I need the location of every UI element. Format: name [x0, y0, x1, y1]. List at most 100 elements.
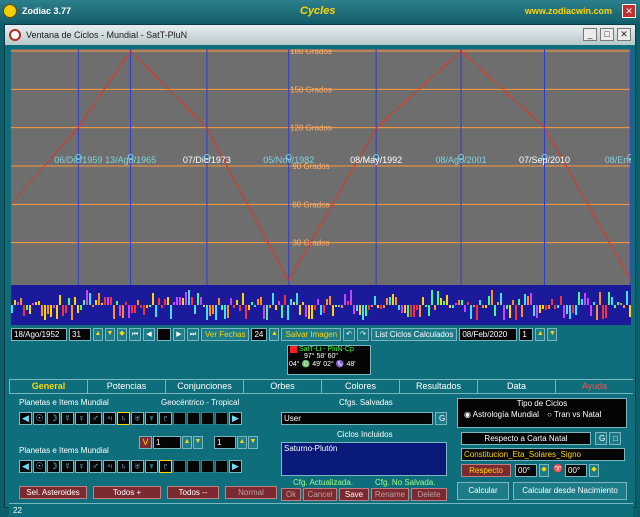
empty-slot[interactable]: [201, 460, 214, 473]
site-link[interactable]: www.zodiacwin.com: [525, 6, 612, 16]
next-planet-icon[interactable]: ▶: [229, 412, 242, 425]
normal-button[interactable]: Normal: [225, 486, 277, 499]
next-planet-icon[interactable]: ▶: [229, 460, 242, 473]
v2-up[interactable]: ▲: [237, 436, 247, 449]
cycles-chart[interactable]: 180 Grados 150 Grados 120 Grados 90 Grados 6…: [11, 49, 631, 285]
step-up-button[interactable]: ▲: [93, 327, 103, 341]
empty-slot[interactable]: [201, 412, 214, 425]
calcular-button[interactable]: Calcular: [457, 482, 509, 500]
v2-down[interactable]: ▼: [248, 436, 258, 449]
tab-conjunciones[interactable]: Conjunciones: [165, 379, 243, 393]
sel-asteroides-button[interactable]: Sel. Asteroides: [19, 486, 87, 499]
last-button[interactable]: ⏭: [187, 327, 199, 341]
end-step-down-button[interactable]: ▼: [547, 327, 558, 341]
tab-general[interactable]: General: [9, 379, 87, 393]
first-button[interactable]: ⏮: [129, 327, 141, 341]
v-field-2[interactable]: 1: [214, 436, 236, 449]
tab-colores[interactable]: Colores: [321, 379, 399, 393]
tab-potencias[interactable]: Potencias: [87, 379, 165, 393]
ciclos-list[interactable]: Saturno-Plutón: [281, 442, 447, 476]
empty-slot[interactable]: [173, 460, 186, 473]
saturn-icon[interactable]: ♄: [117, 412, 130, 425]
fechas-up-button[interactable]: ▲: [269, 327, 280, 341]
neptune-icon[interactable]: ♆: [145, 460, 158, 473]
v-field-1[interactable]: 1: [153, 436, 181, 449]
end-step-up-button[interactable]: ▲: [535, 327, 546, 341]
empty-slot[interactable]: [187, 412, 200, 425]
step-field[interactable]: 31: [69, 327, 91, 341]
ok-button[interactable]: Ok: [281, 488, 301, 501]
position-field[interactable]: [157, 327, 171, 341]
step-down-button[interactable]: ▼: [105, 327, 115, 341]
end-step-field[interactable]: 1: [519, 327, 534, 341]
respecto-button[interactable]: Respecto: [461, 464, 511, 477]
carta-open-button[interactable]: □: [609, 432, 621, 445]
constitucion-field[interactable]: Constitucion_Eta_Solares_Signo: [461, 448, 625, 461]
mars-icon[interactable]: ♂: [89, 460, 102, 473]
venus-icon[interactable]: ♀: [75, 412, 88, 425]
todos-plus-button[interactable]: Todos +: [93, 486, 161, 499]
prev-button[interactable]: ◀: [143, 327, 155, 341]
next-button[interactable]: ▶: [173, 327, 185, 341]
saturn-icon[interactable]: ♄: [117, 460, 130, 473]
prev-planet-icon[interactable]: ◀: [19, 412, 32, 425]
end-date-field[interactable]: 08/Feb/2020: [459, 327, 518, 341]
uranus-icon[interactable]: ♅: [131, 412, 144, 425]
save-button[interactable]: Save: [339, 488, 369, 501]
cancel-button[interactable]: Cancel: [303, 488, 337, 501]
carta-go-button[interactable]: G: [595, 432, 607, 445]
deg2-spin[interactable]: ◆: [589, 464, 599, 477]
mercury-icon[interactable]: ☿: [61, 412, 74, 425]
empty-slot[interactable]: [215, 460, 228, 473]
tab-ayuda[interactable]: Ayuda: [555, 379, 633, 393]
tab-data[interactable]: Data: [477, 379, 555, 393]
rename-button[interactable]: Rename: [371, 488, 409, 501]
pluto-icon[interactable]: ♇: [159, 460, 172, 473]
empty-slot[interactable]: [187, 460, 200, 473]
astro-mundial-radio[interactable]: ◉ Astrología Mundial: [464, 410, 539, 419]
empty-slot[interactable]: [215, 412, 228, 425]
deg1-spin[interactable]: ◆: [539, 464, 549, 477]
moon-icon[interactable]: ☽: [47, 460, 60, 473]
ver-fechas-button[interactable]: Ver Fechas: [201, 327, 250, 341]
undo-icon[interactable]: ↶: [343, 327, 356, 341]
prev-planet-icon[interactable]: ◀: [19, 460, 32, 473]
deg2-field[interactable]: 00°: [565, 464, 587, 477]
jupiter-icon[interactable]: ♃: [103, 460, 116, 473]
tab-resultados[interactable]: Resultados: [399, 379, 477, 393]
venus-icon[interactable]: ♀: [75, 460, 88, 473]
jupiter-icon[interactable]: ♃: [103, 412, 116, 425]
salvar-imagen-button[interactable]: Salvar Imagen: [281, 327, 342, 341]
list-ciclos-button[interactable]: List Ciclos Calculados: [371, 327, 458, 341]
delete-button[interactable]: Delete: [411, 488, 447, 501]
todos-minus-button[interactable]: Todos --: [167, 486, 219, 499]
start-date-field[interactable]: 18/Ago/1952: [11, 327, 67, 341]
cfg-go-button[interactable]: G: [435, 412, 447, 425]
pluto-icon[interactable]: ♇: [159, 412, 172, 425]
redo-icon[interactable]: ↷: [357, 327, 370, 341]
sun-icon[interactable]: ☉: [33, 460, 46, 473]
empty-slot[interactable]: [173, 412, 186, 425]
list-item[interactable]: Saturno-Plutón: [282, 443, 446, 454]
step-alt-button[interactable]: ◆: [117, 327, 127, 341]
cfg-select[interactable]: User: [281, 412, 433, 425]
v1-up[interactable]: ▲: [182, 436, 192, 449]
close-button[interactable]: ✕: [617, 28, 631, 41]
fechas-count-field[interactable]: 24: [251, 327, 268, 341]
mars-icon[interactable]: ♂: [89, 412, 102, 425]
uranus-icon[interactable]: ♅: [131, 460, 144, 473]
minimize-button[interactable]: _: [583, 28, 597, 41]
tran-natal-radio[interactable]: ○ Tran vs Natal: [547, 410, 601, 419]
tab-orbes[interactable]: Orbes: [243, 379, 321, 393]
maximize-button[interactable]: □: [600, 28, 614, 41]
neptune-icon[interactable]: ♆: [145, 412, 158, 425]
moon-icon[interactable]: ☽: [47, 412, 60, 425]
sun-icon[interactable]: ☉: [33, 412, 46, 425]
app-close-button[interactable]: ✕: [622, 4, 636, 18]
mercury-icon[interactable]: ☿: [61, 460, 74, 473]
v1-down[interactable]: ▼: [193, 436, 203, 449]
v-button[interactable]: V: [139, 436, 152, 449]
strip-bar: [125, 302, 127, 305]
deg1-field[interactable]: 00°: [515, 464, 537, 477]
calcular-nacimiento-button[interactable]: Calcular desde Nacimiento: [513, 482, 627, 500]
